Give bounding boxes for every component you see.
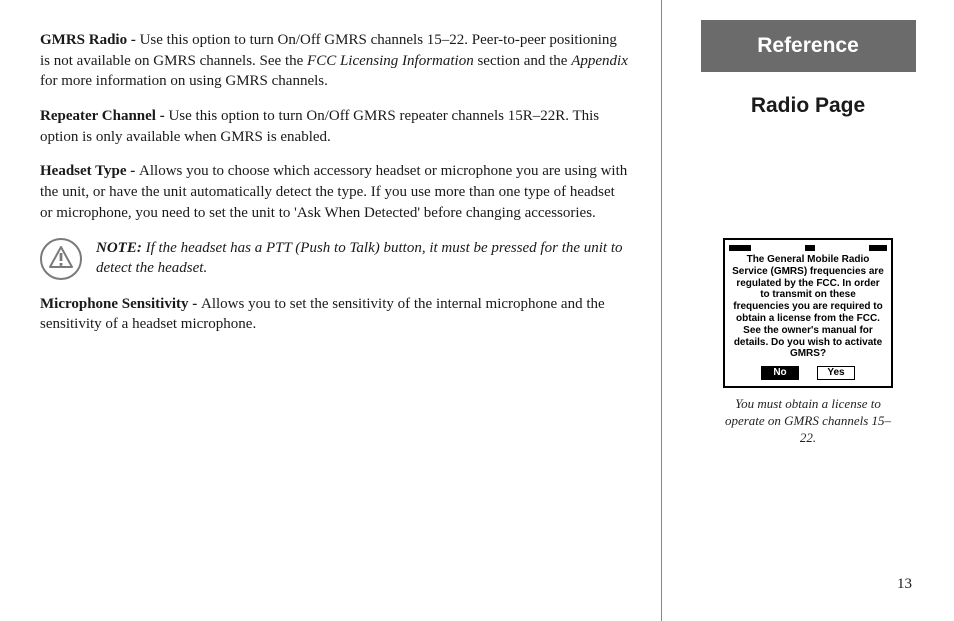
sidebar-column: Reference Radio Page The General Mobile …	[673, 0, 943, 447]
label-headset-type: Headset Type -	[40, 163, 139, 179]
device-no-button: No	[761, 366, 799, 380]
page-number: 13	[897, 576, 912, 593]
note-text: NOTE: If the headset has a PTT (Push to …	[96, 238, 630, 279]
main-column: GMRS Radio - Use this option to turn On/…	[40, 30, 630, 349]
note-block: NOTE: If the headset has a PTT (Push to …	[40, 238, 630, 280]
text-italic: FCC Licensing Information	[307, 53, 474, 69]
status-seg	[805, 245, 815, 251]
paragraph-headset-type: Headset Type - Allows you to choose whic…	[40, 161, 630, 223]
paragraph-gmrs-radio: GMRS Radio - Use this option to turn On/…	[40, 30, 630, 92]
status-seg	[729, 245, 751, 251]
paragraph-repeater-channel: Repeater Channel - Use this option to tu…	[40, 106, 630, 147]
paragraph-mic-sensitivity: Microphone Sensitivity - Allows you to s…	[40, 294, 630, 335]
column-divider	[661, 0, 662, 621]
note-body: If the headset has a PTT (Push to Talk) …	[96, 240, 623, 277]
device-dialog-buttons: No Yes	[729, 366, 887, 380]
label-gmrs-radio: GMRS Radio -	[40, 32, 140, 48]
device-status-bar	[729, 244, 887, 252]
text: for more information on using GMRS chann…	[40, 73, 328, 89]
device-dialog-message: The General Mobile Radio Service (GMRS) …	[729, 254, 887, 364]
text-italic: Appendix	[571, 53, 628, 69]
note-label: NOTE:	[96, 240, 146, 256]
device-caption: You must obtain a license to operate on …	[723, 396, 893, 447]
reference-banner: Reference	[701, 20, 916, 72]
device-screenshot: The General Mobile Radio Service (GMRS) …	[723, 238, 893, 447]
reference-subtitle: Radio Page	[673, 94, 943, 118]
device-yes-button: Yes	[817, 366, 855, 380]
warning-icon	[40, 238, 82, 280]
text: section and the	[474, 53, 571, 69]
label-mic-sensitivity: Microphone Sensitivity -	[40, 296, 201, 312]
label-repeater-channel: Repeater Channel -	[40, 108, 168, 124]
status-seg	[869, 245, 887, 251]
page: GMRS Radio - Use this option to turn On/…	[0, 0, 954, 621]
device-screen: The General Mobile Radio Service (GMRS) …	[723, 238, 893, 388]
